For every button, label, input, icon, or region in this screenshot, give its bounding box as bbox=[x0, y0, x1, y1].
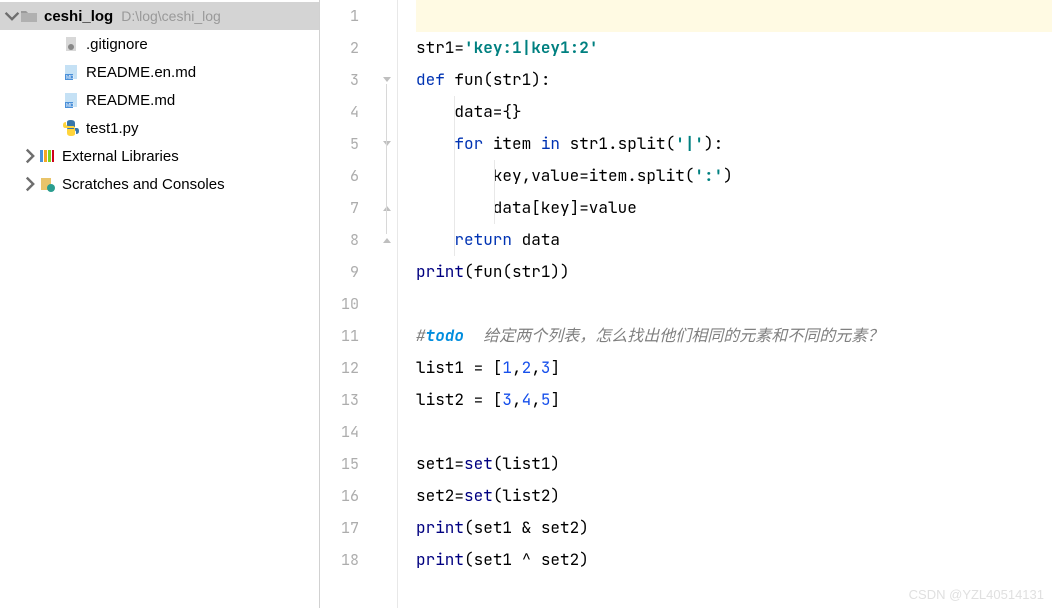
tree-scratches-label: Scratches and Consoles bbox=[62, 176, 225, 193]
line-number[interactable]: 3 bbox=[320, 64, 359, 96]
line-number[interactable]: 15 bbox=[320, 448, 359, 480]
code-line[interactable]: str1='key:1|key1:2' bbox=[416, 32, 1052, 64]
line-number[interactable]: 6 bbox=[320, 160, 359, 192]
tree-file[interactable]: .gitignore bbox=[0, 30, 319, 58]
code-line[interactable]: return data bbox=[416, 224, 1052, 256]
tree-scratches[interactable]: Scratches and Consoles bbox=[0, 170, 319, 198]
line-number[interactable]: 7 bbox=[320, 192, 359, 224]
code-line[interactable]: list2 = [3,4,5] bbox=[416, 384, 1052, 416]
code-line[interactable]: list1 = [1,2,3] bbox=[416, 352, 1052, 384]
scratch-icon bbox=[38, 175, 56, 193]
chevron-down-icon[interactable] bbox=[4, 8, 20, 24]
code-line[interactable]: for item in str1.split('|'): bbox=[416, 128, 1052, 160]
code-line[interactable] bbox=[416, 416, 1052, 448]
svg-text:MD: MD bbox=[66, 103, 74, 108]
line-number[interactable]: 11 bbox=[320, 320, 359, 352]
line-number[interactable]: 5 bbox=[320, 128, 359, 160]
code-line[interactable]: data={} bbox=[416, 96, 1052, 128]
code-line[interactable] bbox=[416, 0, 1052, 32]
tree-root-path: D:\log\ceshi_log bbox=[121, 8, 221, 24]
tree-file-label: README.md bbox=[86, 92, 175, 109]
fold-close-icon[interactable] bbox=[380, 233, 394, 247]
folder-icon bbox=[20, 7, 38, 25]
code-line[interactable]: print(set1 & set2) bbox=[416, 512, 1052, 544]
code-line[interactable]: set2=set(list2) bbox=[416, 480, 1052, 512]
code-editor[interactable]: 123456789101112131415161718 str1='key:1|… bbox=[320, 0, 1052, 608]
tree-external-libraries[interactable]: External Libraries bbox=[0, 142, 319, 170]
line-number[interactable]: 16 bbox=[320, 480, 359, 512]
code-line[interactable]: def fun(str1): bbox=[416, 64, 1052, 96]
tree-file[interactable]: MD README.en.md bbox=[0, 58, 319, 86]
tree-external-label: External Libraries bbox=[62, 148, 179, 165]
line-number[interactable]: 17 bbox=[320, 512, 359, 544]
line-number[interactable]: 12 bbox=[320, 352, 359, 384]
code-line[interactable]: data[key]=value bbox=[416, 192, 1052, 224]
svg-text:MD: MD bbox=[66, 75, 74, 80]
fold-column[interactable] bbox=[378, 0, 398, 608]
project-tree[interactable]: ceshi_log D:\log\ceshi_log .gitignore MD… bbox=[0, 0, 320, 608]
code-line[interactable]: print(fun(str1)) bbox=[416, 256, 1052, 288]
markdown-icon: MD bbox=[62, 91, 80, 109]
code-area[interactable]: str1='key:1|key1:2'def fun(str1): data={… bbox=[398, 0, 1052, 608]
markdown-icon: MD bbox=[62, 63, 80, 81]
tree-file[interactable]: MD README.md bbox=[0, 86, 319, 114]
tree-root-label: ceshi_log bbox=[44, 8, 113, 25]
line-number[interactable]: 18 bbox=[320, 544, 359, 576]
tree-file-label: README.en.md bbox=[86, 64, 196, 81]
python-icon bbox=[62, 119, 80, 137]
fold-close-icon[interactable] bbox=[380, 201, 394, 215]
line-number[interactable]: 1 bbox=[320, 0, 359, 32]
code-line[interactable] bbox=[416, 288, 1052, 320]
line-number[interactable]: 2 bbox=[320, 32, 359, 64]
chevron-right-icon[interactable] bbox=[22, 148, 38, 164]
code-line[interactable]: set1=set(list1) bbox=[416, 448, 1052, 480]
line-number[interactable]: 8 bbox=[320, 224, 359, 256]
gitignore-icon bbox=[62, 35, 80, 53]
line-number[interactable]: 9 bbox=[320, 256, 359, 288]
chevron-right-icon[interactable] bbox=[22, 176, 38, 192]
code-line[interactable]: #todo 给定两个列表，怎么找出他们相同的元素和不同的元素？ bbox=[416, 320, 1052, 352]
line-gutter[interactable]: 123456789101112131415161718 bbox=[320, 0, 378, 608]
line-number[interactable]: 4 bbox=[320, 96, 359, 128]
line-number[interactable]: 14 bbox=[320, 416, 359, 448]
library-icon bbox=[38, 147, 56, 165]
watermark: CSDN @YZL40514131 bbox=[909, 587, 1044, 602]
code-line[interactable]: key,value=item.split(':') bbox=[416, 160, 1052, 192]
line-number[interactable]: 13 bbox=[320, 384, 359, 416]
code-line[interactable]: print(set1 ^ set2) bbox=[416, 544, 1052, 576]
tree-file[interactable]: test1.py bbox=[0, 114, 319, 142]
tree-file-label: test1.py bbox=[86, 120, 139, 137]
tree-file-label: .gitignore bbox=[86, 36, 148, 53]
fold-open-icon[interactable] bbox=[380, 137, 394, 151]
tree-root[interactable]: ceshi_log D:\log\ceshi_log bbox=[0, 2, 319, 30]
line-number[interactable]: 10 bbox=[320, 288, 359, 320]
fold-open-icon[interactable] bbox=[380, 73, 394, 87]
